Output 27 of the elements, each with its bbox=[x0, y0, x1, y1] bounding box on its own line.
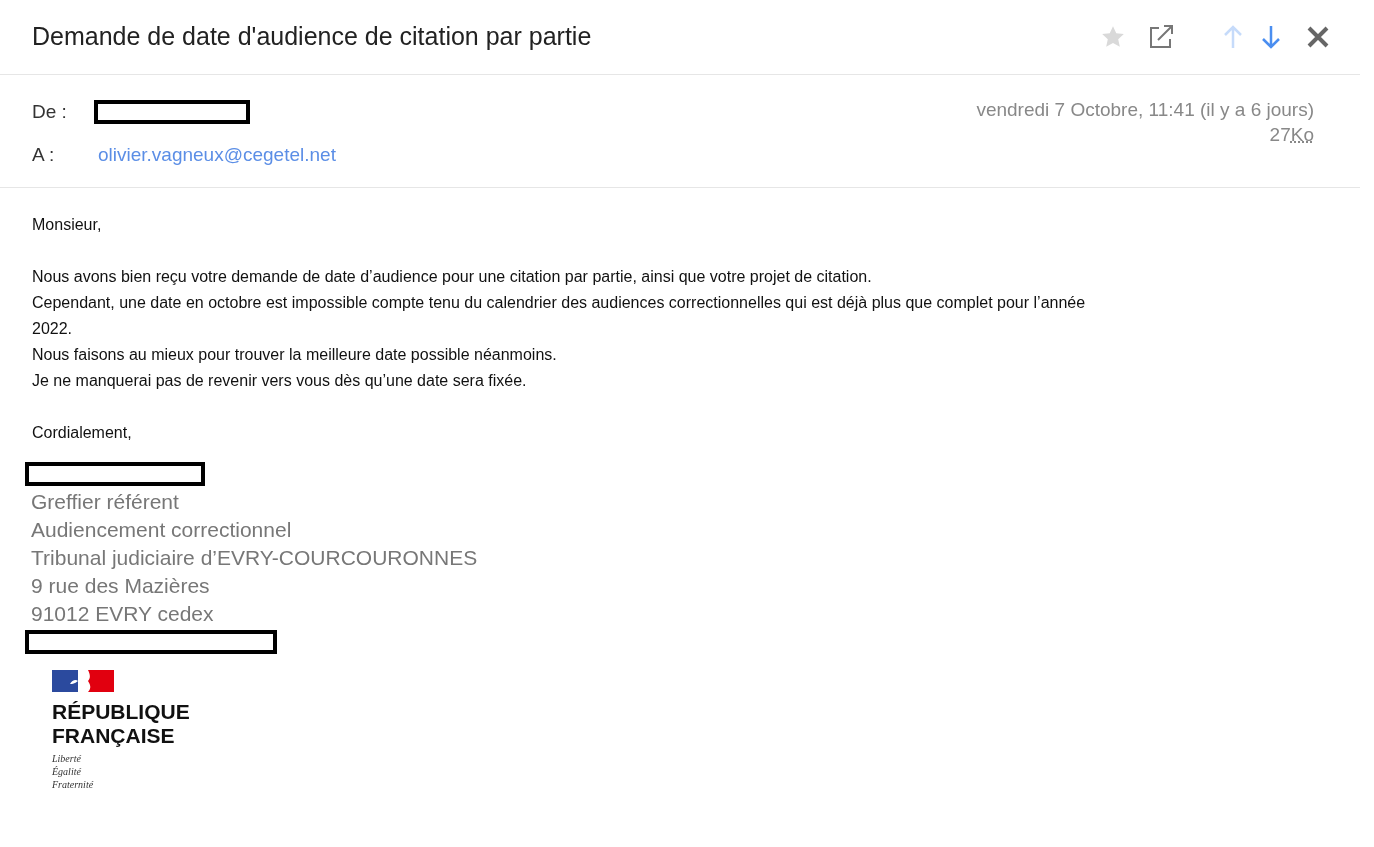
recipient-address[interactable]: olivier.vagneux@cegetel.net bbox=[98, 140, 336, 170]
close-icon[interactable] bbox=[1306, 25, 1330, 49]
signature-line: Tribunal judiciaire d’EVRY-COURCOURONNES bbox=[30, 545, 479, 571]
to-label: A : bbox=[32, 142, 56, 167]
star-icon[interactable] bbox=[1100, 24, 1126, 50]
external-link-icon[interactable] bbox=[1148, 24, 1174, 50]
motto-line: Égalité bbox=[52, 765, 82, 778]
arrow-down-icon[interactable] bbox=[1260, 24, 1282, 50]
body-paragraph: Je ne manquerai pas de revenir vers vous dès qu’une date sera fixée. bbox=[32, 371, 528, 391]
motto-line: Fraternité bbox=[52, 778, 95, 791]
body-paragraph: Nous faisons au mieux pour trouver la meilleure date possible néanmoins. bbox=[32, 345, 558, 365]
signature-line: 91012 EVRY cedex bbox=[30, 601, 215, 627]
motto-line: Liberté bbox=[52, 752, 82, 765]
logo-name-line: RÉPUBLIQUE bbox=[52, 700, 191, 724]
flag-icon bbox=[52, 670, 114, 694]
email-subject: Demande de date d'audience de citation par partie bbox=[32, 21, 593, 53]
signature-line: Audiencement correctionnel bbox=[30, 517, 293, 543]
body-paragraph: Cependant, une date en octobre est impossible compte tenu du calendrier des audiences correctionnelles qui est déjà plus que complet pour l’année 2022. bbox=[32, 293, 1087, 339]
greeting-text: Monsieur, bbox=[32, 215, 103, 235]
signature-line: Greffier référent bbox=[30, 489, 180, 515]
from-label: De : bbox=[32, 99, 68, 124]
date-text: vendredi 7 Octobre, 11:41 (il y a 6 jours) bbox=[976, 98, 1314, 122]
size-text: 27Ko bbox=[1269, 123, 1314, 147]
signature-line: 9 rue des Mazières bbox=[30, 573, 211, 599]
body-paragraph: Nous avons bien reçu votre demande de date d’audience pour une citation par partie, ainsi que votre projet de citation. bbox=[32, 267, 873, 287]
closing-text: Cordialement, bbox=[32, 423, 133, 443]
logo-name-line: FRANÇAISE bbox=[52, 724, 176, 748]
